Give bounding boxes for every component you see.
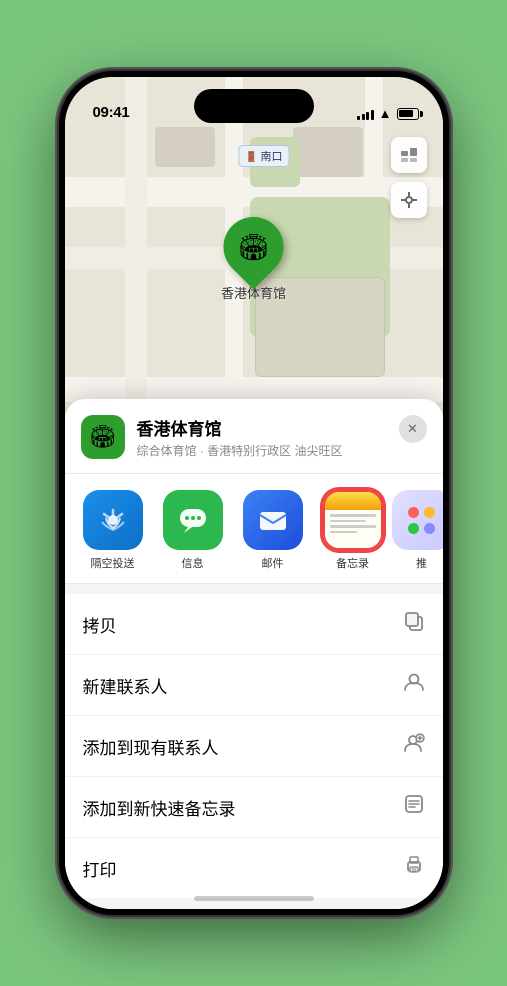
bottom-sheet: 🏟 香港体育馆 综合体育馆 · 香港特别行政区 油尖旺区 ✕ bbox=[65, 399, 443, 909]
exit-label: 🚪 南口 bbox=[238, 145, 290, 167]
wifi-icon: ▲ bbox=[379, 106, 392, 121]
venue-info: 香港体育馆 综合体育馆 · 香港特别行政区 油尖旺区 bbox=[137, 415, 427, 459]
phone-frame: 09:41 ▲ bbox=[59, 71, 449, 915]
action-new-contact[interactable]: 新建联系人 bbox=[65, 655, 443, 716]
battery-icon bbox=[397, 108, 419, 120]
pin-circle: 🏟 bbox=[211, 205, 296, 290]
map-controls bbox=[391, 137, 427, 218]
messages-label: 信息 bbox=[182, 555, 204, 571]
close-button[interactable]: ✕ bbox=[399, 415, 427, 443]
phone-screen: 09:41 ▲ bbox=[65, 77, 443, 909]
more-apps-icon bbox=[392, 490, 443, 550]
map-style-button[interactable] bbox=[391, 137, 427, 173]
venue-name: 香港体育馆 bbox=[137, 415, 427, 440]
airdrop-icon bbox=[83, 490, 143, 550]
status-time: 09:41 bbox=[93, 104, 130, 121]
add-existing-label: 添加到现有联系人 bbox=[83, 734, 219, 759]
status-icons: ▲ bbox=[357, 106, 418, 121]
notes-label: 备忘录 bbox=[336, 555, 369, 571]
action-print[interactable]: 打印 bbox=[65, 838, 443, 898]
copy-label: 拷贝 bbox=[83, 612, 117, 637]
close-icon: ✕ bbox=[407, 421, 418, 437]
messages-icon bbox=[163, 490, 223, 550]
new-contact-label: 新建联系人 bbox=[83, 673, 168, 698]
copy-icon bbox=[403, 610, 425, 638]
action-copy[interactable]: 拷贝 bbox=[65, 594, 443, 655]
print-label: 打印 bbox=[83, 856, 117, 881]
share-app-notes[interactable]: 备忘录 bbox=[317, 490, 389, 571]
venue-emoji-icon: 🏟 bbox=[89, 424, 117, 450]
new-contact-icon bbox=[403, 671, 425, 699]
exit-icon: 🚪 bbox=[245, 152, 257, 163]
action-add-existing-contact[interactable]: 添加到现有联系人 bbox=[65, 716, 443, 777]
mail-icon bbox=[243, 490, 303, 550]
quick-memo-label: 添加到新快速备忘录 bbox=[83, 795, 236, 820]
location-button[interactable] bbox=[391, 182, 427, 218]
share-app-airdrop[interactable]: 隔空投送 bbox=[77, 490, 149, 571]
signal-icon bbox=[357, 108, 374, 120]
stadium-icon: 🏟 bbox=[237, 232, 270, 263]
notes-icon bbox=[323, 490, 383, 550]
action-quick-memo[interactable]: 添加到新快速备忘录 bbox=[65, 777, 443, 838]
more-label: 推 bbox=[416, 555, 427, 571]
airdrop-label: 隔空投送 bbox=[91, 555, 135, 571]
share-app-mail[interactable]: 邮件 bbox=[237, 490, 309, 571]
stadium-pin[interactable]: 🏟 香港体育馆 bbox=[221, 217, 286, 302]
dynamic-island bbox=[194, 89, 314, 123]
share-apps-row: 隔空投送 信息 bbox=[65, 474, 443, 584]
quick-memo-icon bbox=[403, 793, 425, 821]
add-existing-icon bbox=[403, 732, 425, 760]
home-indicator bbox=[194, 896, 314, 901]
venue-header: 🏟 香港体育馆 综合体育馆 · 香港特别行政区 油尖旺区 ✕ bbox=[65, 399, 443, 474]
venue-subtitle: 综合体育馆 · 香港特别行政区 油尖旺区 bbox=[137, 442, 427, 459]
share-app-messages[interactable]: 信息 bbox=[157, 490, 229, 571]
share-app-more[interactable]: 推 bbox=[397, 490, 443, 571]
action-list: 拷贝 新建联系人 bbox=[65, 594, 443, 898]
mail-label: 邮件 bbox=[262, 555, 284, 571]
venue-icon: 🏟 bbox=[81, 415, 125, 459]
print-icon bbox=[403, 854, 425, 882]
